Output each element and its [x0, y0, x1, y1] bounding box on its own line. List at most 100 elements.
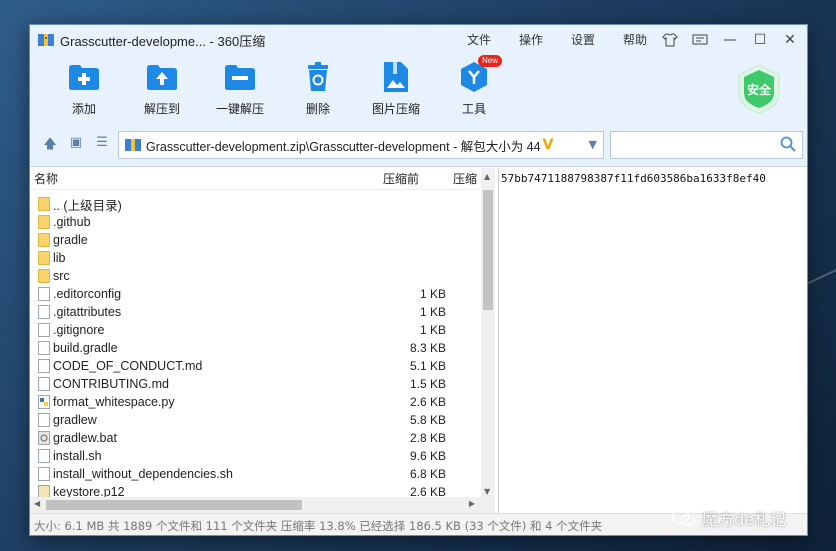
add-icon [68, 61, 100, 93]
skin-icon[interactable] [659, 29, 681, 51]
file-row[interactable]: format_whitespace.py 2.6 KB [30, 393, 480, 411]
extract-to-button[interactable]: 解压到 [122, 55, 202, 117]
tools-label: 工具 [461, 102, 486, 116]
file-row[interactable]: .github [30, 213, 480, 231]
view-controls: 🡅 ▣ ☰ [42, 135, 110, 157]
file-name: .editorconfig [53, 287, 122, 301]
safe-label: 安全 [747, 82, 772, 97]
menu-operations[interactable]: 操作 [519, 31, 543, 48]
file-rows: .. (上级目录) .github gradle lib src .editorconfi… [30, 195, 480, 501]
file-size: 2.6 KB [409, 395, 446, 409]
file-row[interactable]: .editorconfig 1 KB [30, 285, 480, 303]
window-title: Grasscutter-developme... - 360压缩 [60, 33, 266, 49]
one-click-extract-button[interactable]: 一键解压 [200, 55, 280, 117]
folder-icon [38, 197, 50, 211]
delete-button[interactable]: 删除 [278, 55, 358, 117]
scroll-left-icon[interactable]: ◀ [34, 499, 40, 508]
vip-v-mark: V [542, 137, 554, 153]
file-icon [38, 305, 50, 319]
address-field[interactable]: Grasscutter-development.zip\Grasscutter-… [118, 131, 604, 159]
search-icon[interactable] [780, 136, 796, 155]
app-window: Grasscutter-developme... - 360压缩 文件 操作 设… [29, 24, 808, 536]
file-row[interactable]: .gitignore 1 KB [30, 321, 480, 339]
safe-shield-icon[interactable]: 安全 [735, 63, 783, 115]
file-row[interactable]: CODE_OF_CONDUCT.md 5.1 KB [30, 357, 480, 375]
menu-settings[interactable]: 设置 [571, 31, 595, 48]
menu-bar: 文件 操作 设置 帮助 [467, 31, 647, 48]
horizontal-scrollbar[interactable]: ◀ ▶ [30, 497, 495, 513]
delete-icon [302, 61, 334, 93]
image-compress-icon [380, 61, 412, 93]
window-controls: — ☐ ✕ [659, 29, 801, 51]
file-name: src [53, 269, 70, 283]
file-name: .gitignore [53, 323, 105, 337]
zip-app-icon [38, 33, 54, 47]
wechat-icon [672, 509, 696, 527]
horizontal-scroll-thumb[interactable] [46, 500, 302, 510]
one-click-extract-label: 一键解压 [215, 102, 264, 116]
file-row[interactable]: install.sh 9.6 KB [30, 447, 480, 465]
chevron-down-icon[interactable]: ▼ [589, 138, 597, 151]
file-row[interactable]: gradlew 5.8 KB [30, 411, 480, 429]
address-path: Grasscutter-development.zip\Grasscutter-… [146, 139, 541, 154]
scroll-up-icon[interactable]: ▲ [484, 172, 490, 181]
delete-label: 删除 [305, 102, 330, 116]
file-icon [38, 359, 50, 373]
list-view-icon[interactable]: ☰ [94, 135, 110, 157]
file-size: 5.1 KB [409, 359, 446, 373]
file-row[interactable]: gradle [30, 231, 480, 249]
file-row[interactable]: src [30, 267, 480, 285]
preview-pane: 57bb7471188798387f11fd603586ba1633f8ef40 [498, 168, 807, 513]
thumbnail-view-icon[interactable]: ▣ [68, 135, 84, 157]
file-size: 5.8 KB [409, 413, 446, 427]
file-row[interactable]: gradlew.bat 2.8 KB [30, 429, 480, 447]
file-row[interactable]: .. (上级目录) [30, 195, 480, 213]
file-size: 2.8 KB [409, 431, 446, 445]
file-name: CODE_OF_CONDUCT.md [53, 359, 203, 373]
tools-icon: New [458, 55, 502, 93]
new-badge: New [477, 55, 502, 67]
main-content: 名称 压缩前 压缩 .. (上级目录) .github gradle lib src .e… [30, 168, 807, 513]
file-name: build.gradle [53, 341, 118, 355]
vertical-scrollbar[interactable]: ▲ ▼ [481, 168, 495, 498]
image-compress-label: 图片压缩 [371, 102, 420, 116]
file-name: .. (上级目录) [53, 198, 122, 213]
file-size: 1 KB [419, 323, 446, 337]
file-icon [38, 449, 50, 463]
search-input[interactable] [610, 131, 803, 159]
file-row[interactable]: build.gradle 8.3 KB [30, 339, 480, 357]
file-name: .gitattributes [53, 305, 122, 319]
feedback-icon[interactable] [689, 29, 711, 51]
extract-to-icon [146, 61, 178, 93]
minimize-icon[interactable]: — [719, 29, 741, 51]
column-name[interactable]: 名称 [34, 170, 58, 187]
file-name: gradlew.bat [53, 431, 117, 445]
add-button[interactable]: 添加 [44, 55, 124, 117]
image-compress-button[interactable]: 图片压缩 [356, 55, 436, 117]
file-name: gradlew [53, 413, 97, 427]
menu-help[interactable]: 帮助 [623, 31, 647, 48]
file-row[interactable]: CONTRIBUTING.md 1.5 KB [30, 375, 480, 393]
file-row[interactable]: lib [30, 249, 480, 267]
tools-button[interactable]: New 工具 [434, 55, 514, 117]
scroll-right-icon[interactable]: ▶ [469, 499, 475, 508]
column-original-size[interactable]: 压缩前 [383, 170, 419, 187]
status-text: 大小: 6.1 MB 共 1889 个文件和 111 个文件夹 压缩率 13.8… [34, 518, 603, 533]
file-name: gradle [53, 233, 88, 247]
vertical-scroll-thumb[interactable] [483, 190, 493, 310]
close-icon[interactable]: ✕ [779, 29, 801, 51]
file-row[interactable]: .gitattributes 1 KB [30, 303, 480, 321]
file-name: .github [53, 215, 91, 229]
one-click-extract-icon [224, 61, 256, 93]
column-packed-size[interactable]: 压缩 [453, 170, 477, 187]
maximize-icon[interactable]: ☐ [749, 29, 771, 51]
file-row[interactable]: install_without_dependencies.sh 6.8 KB [30, 465, 480, 483]
scroll-down-icon[interactable]: ▼ [484, 487, 490, 496]
folder-icon [38, 251, 50, 265]
up-arrow-icon[interactable]: 🡅 [42, 135, 58, 157]
toolbar: 添加 解压到 一键解压 删除 图片压缩 New 工具 安全 [30, 55, 807, 119]
file-name: install_without_dependencies.sh [53, 467, 233, 481]
file-icon [38, 341, 50, 355]
file-icon [38, 287, 50, 301]
menu-file[interactable]: 文件 [467, 31, 491, 48]
